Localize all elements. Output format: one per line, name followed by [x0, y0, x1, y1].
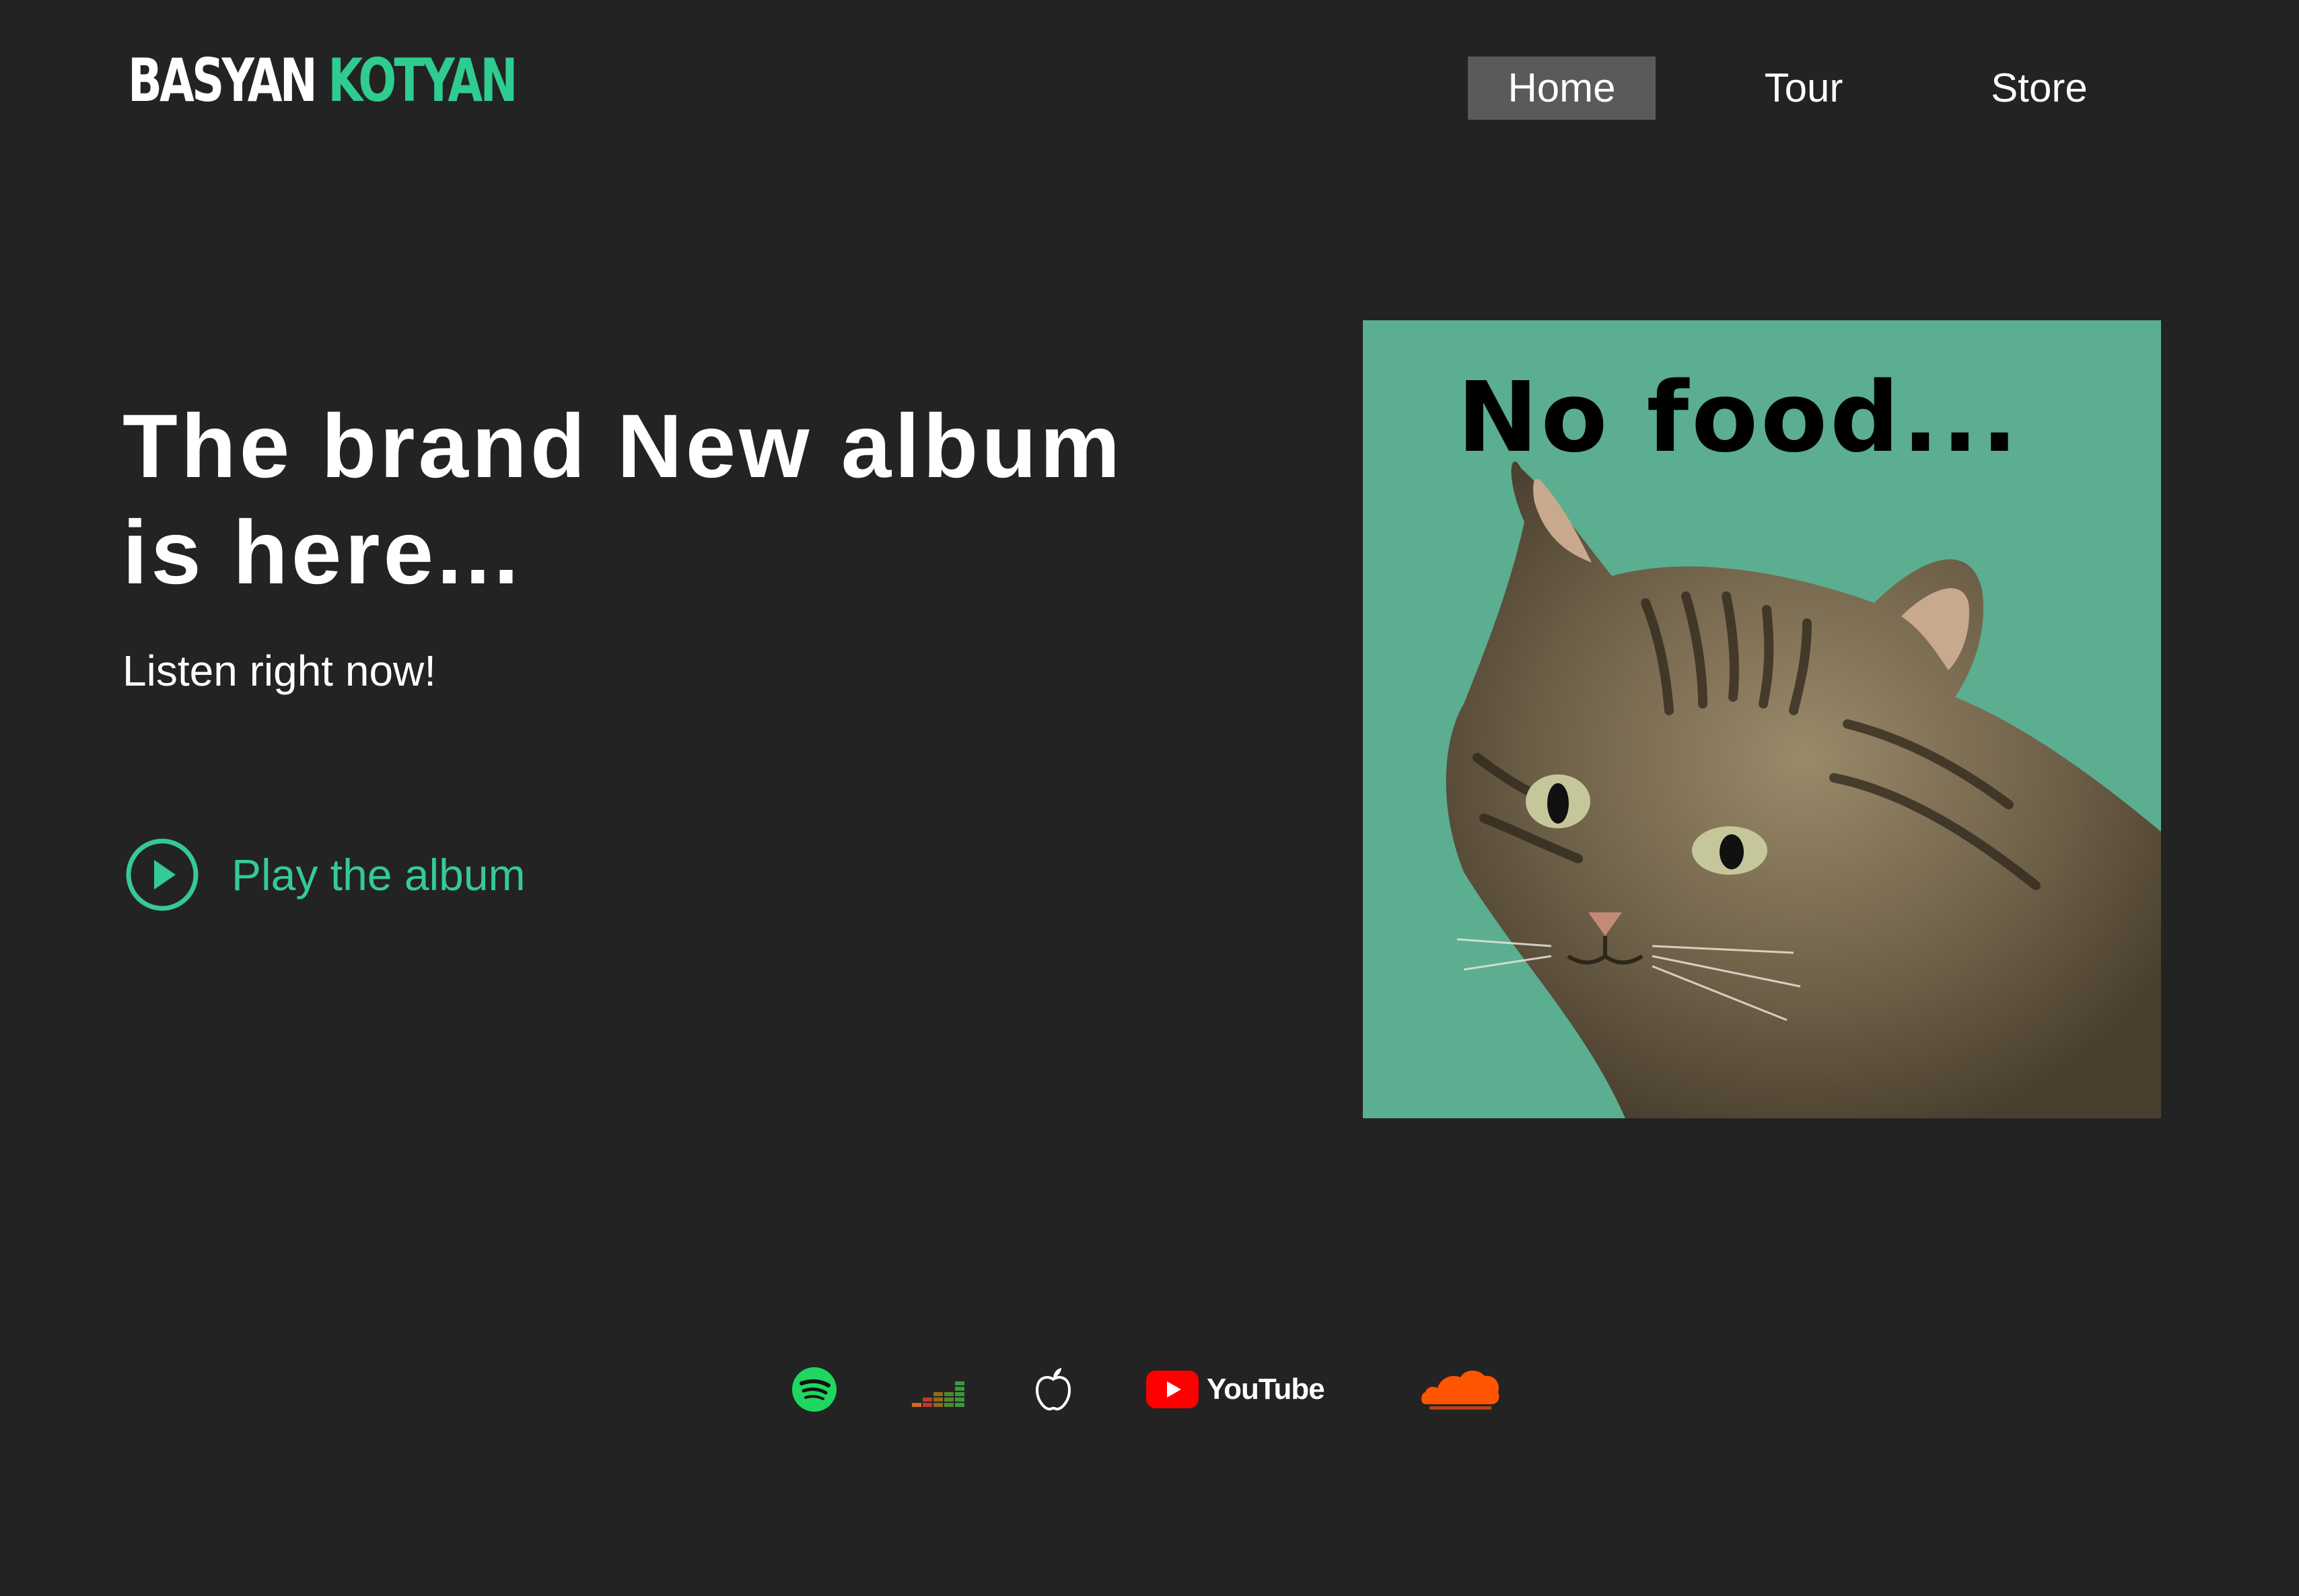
deezer-link[interactable]: [912, 1359, 966, 1420]
youtube-link[interactable]: YouTube: [1146, 1359, 1325, 1420]
hero-subtitle: Listen right now!: [122, 647, 437, 695]
nav-item-store[interactable]: Store: [1972, 57, 2107, 120]
soundcloud-link[interactable]: [1420, 1359, 1501, 1420]
apple-icon: [1035, 1368, 1071, 1411]
brand-second-word: KOTYAN: [328, 46, 518, 115]
youtube-icon: [1146, 1371, 1199, 1408]
youtube-label: YouTube: [1207, 1373, 1325, 1406]
spotify-link[interactable]: [791, 1359, 838, 1420]
hero-title: The brand New album is here...: [122, 394, 1267, 606]
soundcloud-icon: [1421, 1370, 1499, 1410]
apple-music-link[interactable]: [1033, 1359, 1073, 1420]
album-cover[interactable]: No food...: [1363, 320, 2161, 1118]
spotify-icon: [792, 1367, 837, 1412]
play-album-label: Play the album: [232, 850, 526, 900]
brand-first-word: BASYAN: [128, 46, 318, 115]
nav-item-tour[interactable]: Tour: [1736, 57, 1871, 120]
nav-item-home[interactable]: Home: [1468, 57, 1656, 120]
deezer-icon: [912, 1381, 964, 1407]
brand-logo[interactable]: BASYAN KOTYAN: [128, 51, 518, 110]
play-album-button[interactable]: Play the album: [125, 838, 526, 912]
hero-title-line2: is here...: [122, 503, 522, 603]
play-circle-icon: [126, 838, 199, 911]
album-caption: No food...: [1457, 361, 2021, 474]
hero-title-line1: The brand New album: [122, 396, 1124, 497]
